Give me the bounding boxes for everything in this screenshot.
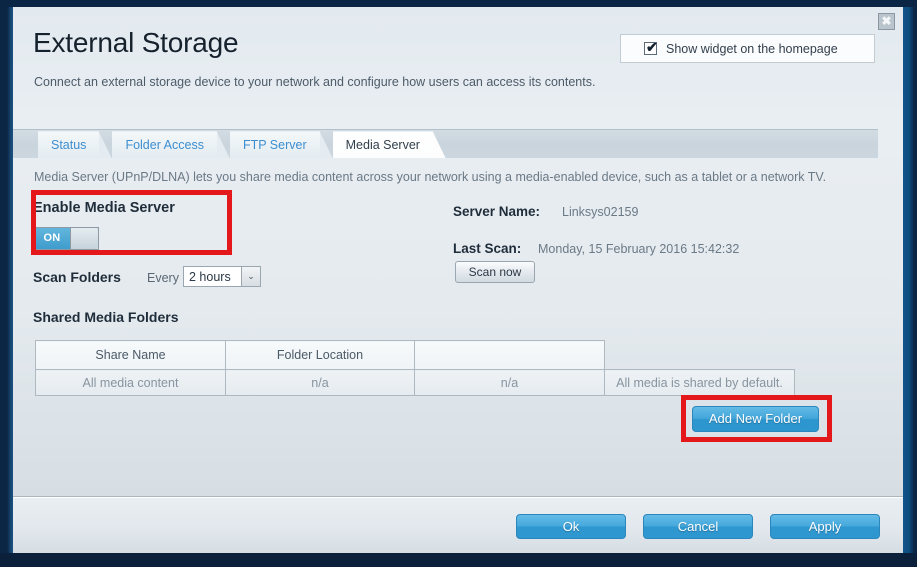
dialog-footer: Ok Cancel Apply xyxy=(13,497,903,553)
last-scan-label: Last Scan: xyxy=(453,241,522,256)
dialog-header: External Storage Connect an external sto… xyxy=(13,7,903,122)
tab-ftp-server[interactable]: FTP Server xyxy=(229,131,333,159)
toggle-knob[interactable] xyxy=(70,228,98,249)
scan-folders-label: Scan Folders xyxy=(33,269,121,285)
scan-interval-value: 2 hours xyxy=(189,269,231,284)
ok-button[interactable]: Ok xyxy=(516,514,626,539)
column-header-share-name: Share Name xyxy=(35,340,226,370)
window-frame: External Storage Connect an external sto… xyxy=(0,0,917,567)
window-border-top xyxy=(0,0,917,7)
shared-media-folders-title: Shared Media Folders xyxy=(33,309,179,325)
external-storage-dialog: External Storage Connect an external sto… xyxy=(13,7,903,553)
shared-media-folders-table: Share Name Folder Location All media con… xyxy=(35,340,795,396)
table-row: All media content n/a n/a All media is s… xyxy=(35,369,795,396)
server-name-value: Linksys02159 xyxy=(562,205,639,219)
tab-status[interactable]: Status xyxy=(38,131,113,159)
window-border-bottom xyxy=(0,553,917,567)
page-title: External Storage xyxy=(33,27,239,58)
show-widget-checkbox[interactable]: ✔ xyxy=(644,39,658,55)
media-server-description: Media Server (UPnP/DLNA) lets you share … xyxy=(34,170,827,184)
enable-media-server-toggle[interactable]: ON xyxy=(33,227,99,250)
scan-now-button[interactable]: Scan now xyxy=(455,261,535,283)
show-widget-label: Show widget on the homepage xyxy=(666,41,838,56)
table-body: All media content n/a n/a All media is s… xyxy=(35,369,795,396)
checkmark-icon: ✔ xyxy=(646,39,658,55)
column-header-blank xyxy=(414,340,605,370)
cell-note: All media is shared by default. xyxy=(604,369,795,396)
scan-every-label: Every xyxy=(147,271,179,285)
tab-bar: Status Folder Access FTP Server Media Se… xyxy=(13,122,903,159)
chevron-down-icon[interactable]: ⌄ xyxy=(241,267,260,286)
add-new-folder-button[interactable]: Add New Folder xyxy=(692,406,819,432)
enable-media-server-label: Enable Media Server xyxy=(33,200,175,216)
last-scan-value: Monday, 15 February 2016 15:42:32 xyxy=(538,242,740,256)
window-border-right xyxy=(903,0,917,567)
apply-button[interactable]: Apply xyxy=(770,514,880,539)
media-server-panel: Media Server (UPnP/DLNA) lets you share … xyxy=(13,158,903,497)
table-header-row: Share Name Folder Location xyxy=(35,340,795,370)
column-header-folder-location: Folder Location xyxy=(225,340,415,370)
cancel-button[interactable]: Cancel xyxy=(643,514,753,539)
tab-list: Status Folder Access FTP Server Media Se… xyxy=(38,130,447,159)
table-header: Share Name Folder Location xyxy=(35,340,795,370)
cell-folder-location: n/a xyxy=(225,369,415,396)
cell-third: n/a xyxy=(414,369,605,396)
show-widget-checkbox-row[interactable]: ✔ Show widget on the homepage xyxy=(620,34,875,63)
tab-media-server[interactable]: Media Server xyxy=(332,131,447,159)
server-name-label: Server Name: xyxy=(453,204,541,219)
scan-interval-select[interactable]: 2 hours ⌄ xyxy=(183,266,261,287)
page-subtitle: Connect an external storage device to yo… xyxy=(34,75,596,89)
toggle-on-label: ON xyxy=(34,228,70,249)
cell-share-name: All media content xyxy=(35,369,226,396)
tab-folder-access[interactable]: Folder Access xyxy=(112,131,230,159)
close-icon[interactable]: ✖ xyxy=(878,13,895,30)
window-border-left xyxy=(0,0,13,567)
